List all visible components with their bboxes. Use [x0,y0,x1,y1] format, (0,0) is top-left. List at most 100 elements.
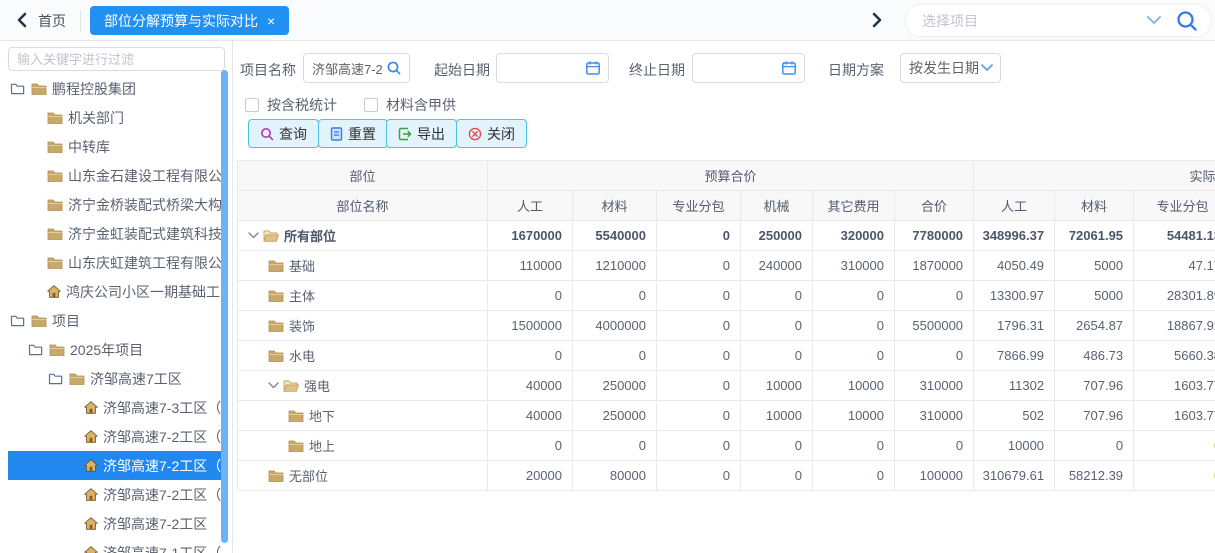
export-button[interactable]: 导出 [386,119,457,148]
folder-icon [31,82,47,95]
value-cell: 0 [741,461,813,491]
house-icon [84,459,98,472]
tree-item[interactable]: 济邹高速7工区 [8,364,222,393]
table-row[interactable]: 主体00000013300.97500028301.89 [238,281,1215,311]
nav-forward-icon[interactable] [866,9,888,31]
value-cell: 0 [741,281,813,311]
end-date-input[interactable] [692,53,805,83]
tree-expander-icon[interactable] [10,82,25,95]
tree-item[interactable]: 济邹高速7-2工区（ [8,422,222,451]
project-select-placeholder: 选择项目 [922,11,1147,31]
checkbox-material[interactable]: 材料含甲供 [364,96,456,114]
tree-item[interactable]: 项目 [8,306,222,335]
project-name-label: 项目名称 [240,60,296,80]
tree-item[interactable]: 山东金石建设工程有限公 [8,161,222,190]
value-cell: 40000 [488,401,573,431]
row-collapse-icon[interactable] [268,382,279,389]
house-icon [84,546,98,553]
value-cell: 486.73 [1055,341,1134,371]
value-cell: 0 [1134,431,1215,461]
value-cell: 1500000 [488,311,573,341]
project-name-input[interactable]: 济邹高速7-2 [303,53,410,83]
value-cell: 0 [657,371,741,401]
tab-active[interactable]: 部位分解预算与实际对比 × [90,6,289,35]
table-row[interactable]: 无部位2000080000000100000310679.6158212.390 [238,461,1215,491]
calendar-icon[interactable] [585,60,601,76]
value-cell: 20000 [488,461,573,491]
tree-item-label: 2025年项目 [70,340,143,360]
table-row[interactable]: 基础1100001210000024000031000018700004050.… [238,251,1215,281]
tree-filter-input[interactable] [8,47,225,71]
value-cell: 54481.13 [1134,221,1215,251]
column-header: 合价 [895,191,974,221]
tree-item[interactable]: 中转库 [8,132,222,161]
value-cell: 40000 [488,371,573,401]
table-row[interactable]: 地下4000025000001000010000310000502707.961… [238,401,1215,431]
calendar-icon[interactable] [781,60,797,76]
value-cell: 1210000 [573,251,657,281]
value-cell: 0 [813,341,895,371]
value-cell: 707.96 [1055,401,1134,431]
value-cell: 100000 [895,461,974,491]
folder-icon [268,469,284,482]
part-name: 装饰 [289,316,315,335]
tree-item[interactable]: 济宁金桥装配式桥梁大构 [8,190,222,219]
value-cell: 0 [813,431,895,461]
chevron-down-icon[interactable] [981,64,993,72]
table-row[interactable]: 强电400002500000100001000031000011302707.9… [238,371,1215,401]
value-cell: 10000 [813,401,895,431]
table-row[interactable]: 地上0000001000000 [238,431,1215,461]
tab-close-icon[interactable]: × [267,13,275,29]
folder-icon [47,111,63,124]
folder-icon [288,439,304,452]
sidebar-scrollbar[interactable] [221,70,228,543]
value-cell: 0 [741,341,813,371]
tree-item[interactable]: 鸿庆公司小区一期基础工 [8,277,222,306]
tree-item-label: 鸿庆公司小区一期基础工 [66,282,220,302]
tree-item[interactable]: 济邹高速7-1工区（ [8,538,222,553]
search-icon[interactable] [1175,9,1199,33]
project-select[interactable]: 选择项目 [905,4,1212,37]
query-button[interactable]: 查询 [248,119,319,148]
tab-divider [80,10,81,31]
part-name-cell: 主体 [238,281,488,311]
tree-item[interactable]: 济邹高速7-2工区（ [8,480,222,509]
table-row[interactable]: 所有部位167000055400000250000320000778000034… [238,221,1215,251]
tree-expander-icon[interactable] [28,343,43,356]
nav-back-icon[interactable] [10,9,32,31]
date-scheme-label: 日期方案 [828,60,884,80]
value-cell: 1603.77 [1134,371,1215,401]
close-button[interactable]: 关闭 [456,119,527,148]
tree-item[interactable]: 机关部门 [8,103,222,132]
tree-expander-icon[interactable] [48,372,63,385]
value-cell: 5540000 [573,221,657,251]
date-scheme-select[interactable]: 按发生日期 [900,53,1001,83]
tree-item[interactable]: 鹏程控股集团 [8,74,222,103]
reset-button[interactable]: 重置 [318,119,388,148]
start-date-input[interactable] [496,53,609,83]
checkbox-tax[interactable]: 按含税统计 [245,96,337,114]
tree-item[interactable]: 济邹高速7-3工区（ [8,393,222,422]
checkbox-box[interactable] [364,98,378,112]
chevron-down-icon[interactable] [1147,16,1161,25]
tree-item[interactable]: 2025年项目 [8,335,222,364]
column-header: 材料 [1055,191,1134,221]
search-icon[interactable] [386,60,402,76]
table-row[interactable]: 装饰1500000400000000055000001796.312654.87… [238,311,1215,341]
value-cell: 0 [573,341,657,371]
tree-item[interactable]: 济宁金虹装配式建筑科技 [8,219,222,248]
part-name: 无部位 [289,466,328,485]
tab-home[interactable]: 首页 [38,11,66,31]
tree-item-selected[interactable]: 济邹高速7-2工区（ [8,451,222,480]
row-collapse-icon[interactable] [248,232,259,239]
document-icon [330,127,343,141]
value-cell: 5000 [1055,281,1134,311]
part-name: 水电 [289,346,315,365]
date-scheme-value: 按发生日期 [909,58,981,78]
table-row[interactable]: 水电0000007866.99486.735660.38 [238,341,1215,371]
tree-expander-icon[interactable] [10,314,25,327]
tree-item[interactable]: 济邹高速7-2工区 [8,509,222,538]
value-cell: 58212.39 [1055,461,1134,491]
checkbox-box[interactable] [245,98,259,112]
tree-item[interactable]: 山东庆虹建筑工程有限公 [8,248,222,277]
